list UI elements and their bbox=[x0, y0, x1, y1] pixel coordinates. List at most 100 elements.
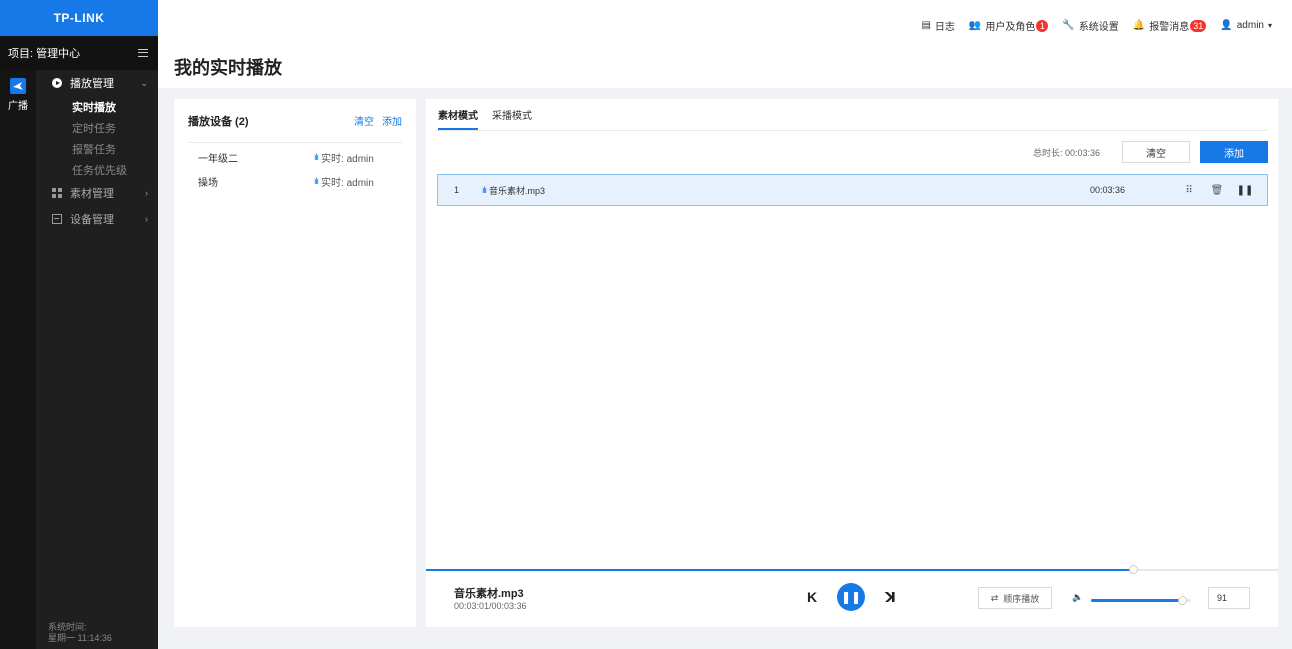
audio-wave-icon: ılı bbox=[482, 185, 487, 195]
audio-wave-icon: ılı bbox=[314, 176, 319, 186]
device-name: 一年级二 bbox=[198, 153, 238, 165]
system-settings-label: 系统设置 bbox=[1078, 22, 1119, 33]
rail-item-broadcast[interactable]: 广播 bbox=[0, 70, 36, 112]
clear-playlist-button[interactable]: 清空 bbox=[1122, 141, 1190, 163]
device-name: 操场 bbox=[198, 177, 218, 189]
progress-fill bbox=[426, 569, 1134, 571]
volume-icon[interactable]: 🔈 bbox=[1072, 592, 1083, 603]
tab-capture-mode[interactable]: 采播模式 bbox=[492, 107, 532, 130]
sidebar: TP-LINK 项目: 管理中心 广播 播放管理 ⌄ 实时播放 定时任务 报警任… bbox=[0, 0, 158, 649]
progress-handle[interactable] bbox=[1129, 565, 1139, 574]
device-status: ılı 实时: admin bbox=[314, 150, 416, 165]
playlist-toolbar: 总时长: 00:03:36 清空 添加 bbox=[1033, 141, 1268, 163]
clear-devices-link[interactable]: 清空 bbox=[354, 113, 374, 128]
pause-icon[interactable]: ❚❚ bbox=[1231, 185, 1259, 196]
add-material-button[interactable]: 添加 bbox=[1200, 141, 1268, 163]
chevron-right-icon: › bbox=[145, 188, 148, 198]
volume-slider[interactable] bbox=[1091, 596, 1191, 605]
nav-group-label: 设备管理 bbox=[70, 214, 114, 226]
project-label: 项目: 管理中心 bbox=[8, 48, 81, 60]
track-name: 音乐素材.mp3 bbox=[489, 185, 546, 196]
nav-group-broadcast[interactable]: 播放管理 ⌄ bbox=[36, 70, 158, 96]
pause-button[interactable]: ❚❚ bbox=[837, 583, 865, 611]
device-panel-title: 播放设备 (2) bbox=[188, 115, 249, 128]
previous-icon[interactable]: K bbox=[807, 589, 817, 605]
nav-item-task-priority[interactable]: 任务优先级 bbox=[36, 159, 158, 180]
users-icon: 👥 bbox=[968, 20, 982, 31]
device-row[interactable]: 一年级二 ılı 实时: admin bbox=[174, 147, 416, 167]
device-panel: 播放设备 (2) 清空 添加 一年级二 ılı 实时: admin 操场 ılı… bbox=[174, 99, 416, 627]
nav-item-alarm-task[interactable]: 报警任务 bbox=[36, 138, 158, 159]
device-row[interactable]: 操场 ılı 实时: admin bbox=[174, 171, 416, 191]
logo: TP-LINK bbox=[0, 0, 158, 36]
caret-down-icon: ▾ bbox=[1267, 21, 1272, 30]
bell-icon: 🔔 bbox=[1132, 20, 1146, 31]
log-icon: ▤ bbox=[921, 20, 931, 31]
playlist-panel: 素材模式 采播模式 总时长: 00:03:36 清空 添加 1 ılı 音乐素材… bbox=[426, 99, 1278, 627]
alarm-messages-link[interactable]: 🔔 报警消息 31 bbox=[1132, 18, 1207, 33]
nav-group-label: 播放管理 bbox=[70, 78, 114, 90]
project-selector[interactable]: 项目: 管理中心 bbox=[0, 36, 158, 70]
device-status-text: 实时: admin bbox=[321, 177, 374, 189]
menu-icon[interactable] bbox=[138, 49, 148, 57]
alarm-messages-label: 报警消息 bbox=[1149, 22, 1190, 33]
user-icon: 👤 bbox=[1220, 20, 1233, 31]
drag-handle-icon[interactable]: ⠿ bbox=[1175, 185, 1203, 196]
users-roles-link[interactable]: 👥 用户及角色 1 bbox=[968, 18, 1049, 33]
tab-material-mode[interactable]: 素材模式 bbox=[438, 107, 478, 130]
volume-fill bbox=[1091, 599, 1182, 602]
top-bar: ▤ 日志 👥 用户及角色 1 🔧 系统设置 🔔 报警消息 31 👤 admin … bbox=[158, 0, 1292, 52]
now-playing-time: 00:03:01/00:03:36 bbox=[454, 601, 527, 611]
device-status: ılı 实时: admin bbox=[314, 174, 416, 189]
grid-icon bbox=[52, 188, 62, 198]
system-time-label: 系统时间: bbox=[48, 622, 87, 632]
wrench-icon: 🔧 bbox=[1062, 20, 1075, 31]
pause-icon: ❚❚ bbox=[840, 590, 862, 604]
chevron-down-icon: ⌄ bbox=[140, 77, 148, 88]
play-mode-label: 顺序播放 bbox=[1003, 593, 1040, 604]
mode-tabs: 素材模式 采播模式 bbox=[436, 99, 1268, 131]
track-index: 1 bbox=[454, 185, 460, 195]
system-settings-link[interactable]: 🔧 系统设置 bbox=[1062, 18, 1118, 33]
device-status-text: 实时: admin bbox=[321, 153, 374, 165]
play-circle-icon bbox=[52, 78, 62, 88]
alarm-badge: 31 bbox=[1190, 19, 1207, 32]
log-link[interactable]: ▤ 日志 bbox=[921, 18, 954, 33]
audio-wave-icon: ılı bbox=[314, 152, 319, 162]
device-panel-header: 播放设备 (2) 清空 添加 bbox=[188, 99, 402, 143]
nav-group-label: 素材管理 bbox=[70, 188, 114, 200]
add-device-link[interactable]: 添加 bbox=[382, 113, 402, 128]
total-duration: 总时长: 00:03:36 bbox=[1032, 147, 1100, 158]
track-duration: 00:03:36 bbox=[1089, 185, 1125, 195]
page-header: 我的实时播放 bbox=[158, 52, 1292, 88]
top-actions: ▤ 日志 👥 用户及角色 1 🔧 系统设置 🔔 报警消息 31 👤 admin … bbox=[907, 18, 1272, 33]
nav-item-realtime-play[interactable]: 实时播放 bbox=[36, 96, 158, 117]
now-playing-title: 音乐素材.mp3 bbox=[454, 588, 524, 600]
loop-icon: ⇄ bbox=[990, 592, 999, 603]
volume-input[interactable]: 91 bbox=[1208, 587, 1250, 609]
broadcast-icon bbox=[10, 78, 26, 94]
page-title: 我的实时播放 bbox=[174, 58, 282, 78]
chevron-right-icon: › bbox=[145, 214, 148, 224]
volume-handle[interactable] bbox=[1178, 596, 1187, 605]
track-row[interactable]: 1 ılı 音乐素材.mp3 00:03:36 ⠿ 🗑 ❚❚ bbox=[437, 174, 1268, 206]
system-time: 系统时间: 星期一 11:14:36 bbox=[48, 622, 112, 644]
log-label: 日志 bbox=[934, 22, 955, 33]
nav-menu: 播放管理 ⌄ 实时播放 定时任务 报警任务 任务优先级 素材管理 › 设备管理 … bbox=[36, 70, 158, 232]
progress-bar[interactable] bbox=[426, 565, 1278, 574]
user-name: admin bbox=[1236, 20, 1264, 31]
module-rail: 广播 bbox=[0, 70, 36, 649]
device-icon bbox=[52, 214, 62, 224]
nav-item-scheduled-task[interactable]: 定时任务 bbox=[36, 117, 158, 138]
user-menu[interactable]: 👤 admin ▾ bbox=[1220, 20, 1272, 31]
delete-icon[interactable]: 🗑 bbox=[1203, 185, 1231, 196]
rail-item-label: 广播 bbox=[8, 101, 28, 112]
nav-group-device[interactable]: 设备管理 › bbox=[36, 206, 158, 232]
play-mode-button[interactable]: ⇄ 顺序播放 bbox=[978, 587, 1052, 609]
users-roles-label: 用户及角色 bbox=[985, 22, 1036, 33]
system-time-value: 星期一 11:14:36 bbox=[48, 633, 112, 643]
nav-group-material[interactable]: 素材管理 › bbox=[36, 180, 158, 206]
next-icon[interactable]: ꓘ bbox=[885, 589, 896, 606]
track-name-cell: ılı 音乐素材.mp3 bbox=[468, 184, 545, 197]
users-badge: 1 bbox=[1036, 19, 1049, 32]
